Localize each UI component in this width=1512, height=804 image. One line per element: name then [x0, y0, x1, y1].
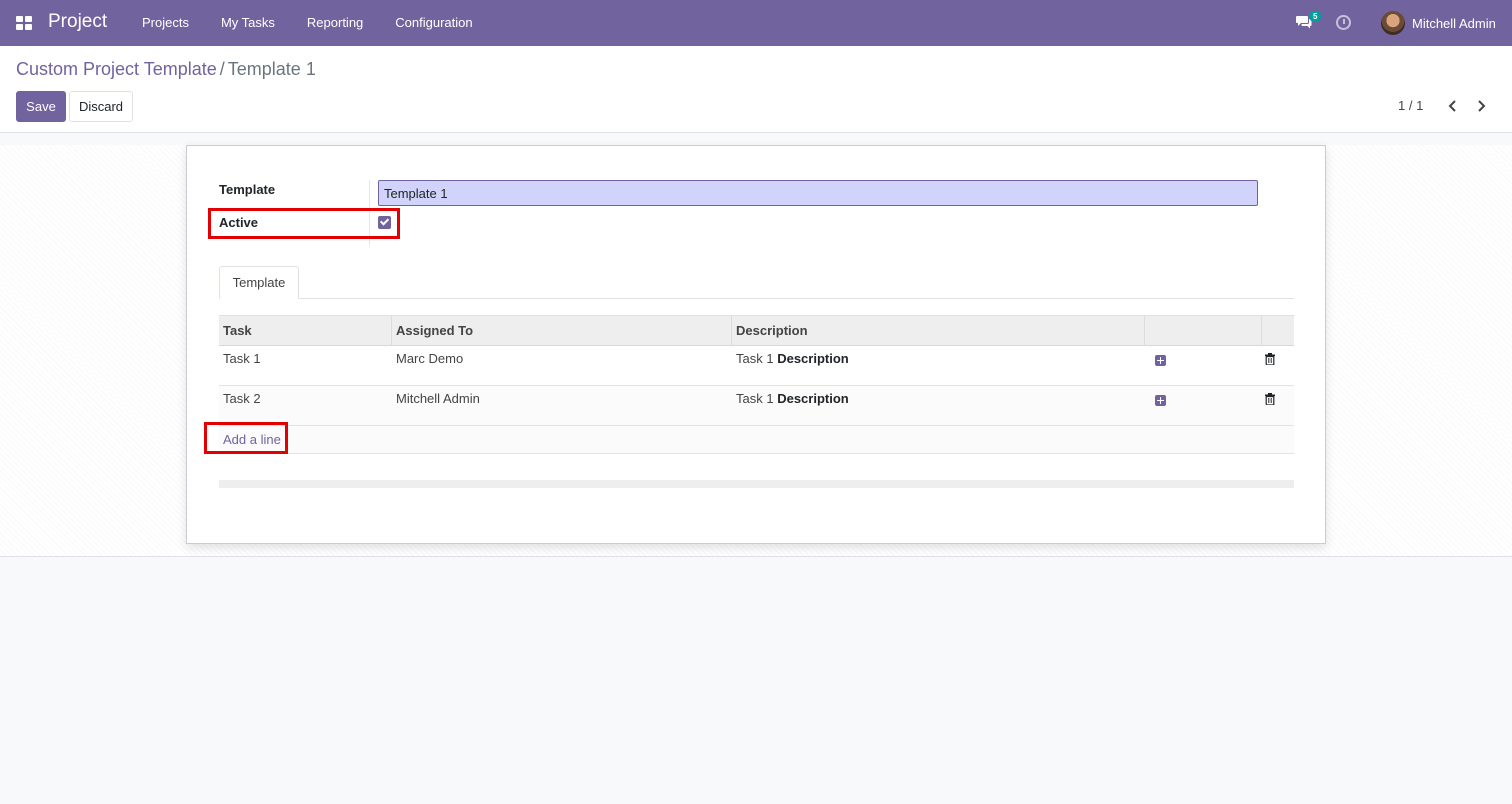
column-description[interactable]: Description	[732, 316, 1145, 346]
save-button[interactable]: Save	[16, 91, 66, 122]
task-cell[interactable]: Task 2	[219, 386, 261, 425]
menu-configuration[interactable]: Configuration	[379, 0, 488, 46]
description-text: Task 1	[736, 351, 774, 366]
breadcrumb-current: Template 1	[227, 59, 316, 79]
column-actions	[1145, 316, 1262, 346]
assigned-cell[interactable]: Marc Demo	[392, 346, 463, 385]
column-task[interactable]: Task	[219, 316, 392, 346]
form-sheet: Template Active Template Task Assigned T…	[186, 145, 1326, 544]
menu-reporting[interactable]: Reporting	[291, 0, 379, 46]
breadcrumb: Custom Project Template / Template 1	[16, 59, 316, 80]
discard-button[interactable]: Discard	[69, 91, 133, 122]
expand-plus-icon[interactable]	[1155, 355, 1166, 366]
template-label: Template	[219, 182, 276, 197]
column-assigned-to[interactable]: Assigned To	[392, 316, 732, 346]
description-text: Task 1	[736, 391, 774, 406]
trash-icon[interactable]	[1265, 353, 1275, 365]
top-navbar: Project Projects My Tasks Reporting Conf…	[0, 0, 1512, 46]
avatar	[1381, 11, 1405, 35]
description-bold-text: Description	[777, 391, 849, 406]
menu-projects[interactable]: Projects	[126, 0, 205, 46]
breadcrumb-parent-link[interactable]: Custom Project Template	[16, 59, 217, 79]
active-highlight-box	[208, 208, 400, 239]
template-name-input[interactable]	[378, 180, 1258, 206]
app-brand[interactable]: Project	[48, 11, 107, 33]
task-table: Task Assigned To Description Task 1 Marc…	[219, 315, 1294, 454]
user-menu[interactable]: Mitchell Admin	[1381, 10, 1496, 36]
pager-value[interactable]: 1 / 1	[1398, 98, 1423, 113]
task-cell[interactable]: Task 1	[219, 346, 261, 385]
control-panel: Custom Project Template / Template 1 Save …	[0, 46, 1512, 133]
table-row[interactable]: Task 2 Mitchell Admin Task 1 Description	[219, 386, 1294, 426]
expand-plus-icon[interactable]	[1155, 395, 1166, 406]
apps-menu-icon[interactable]	[16, 16, 32, 30]
pager-next-icon[interactable]	[1473, 97, 1489, 115]
breadcrumb-separator: /	[219, 59, 225, 79]
table-header: Task Assigned To Description	[219, 315, 1294, 346]
table-row[interactable]: Task 1 Marc Demo Task 1 Description	[219, 346, 1294, 386]
pager-previous-icon[interactable]	[1445, 97, 1461, 115]
add-line-row: Add a line	[219, 426, 1294, 454]
description-cell[interactable]: Task 1 Description	[732, 346, 849, 385]
main-menu: Projects My Tasks Reporting Configuratio…	[126, 0, 489, 46]
menu-my-tasks[interactable]: My Tasks	[205, 0, 291, 46]
tab-bar	[219, 298, 1294, 299]
tab-template[interactable]: Template	[219, 266, 299, 299]
activity-clock-icon[interactable]	[1336, 15, 1351, 30]
table-footer	[219, 480, 1294, 488]
description-cell[interactable]: Task 1 Description	[732, 386, 849, 425]
messages-count-badge: 5	[1309, 11, 1322, 22]
user-name: Mitchell Admin	[1412, 15, 1496, 31]
trash-icon[interactable]	[1265, 393, 1275, 405]
description-bold-text: Description	[777, 351, 849, 366]
add-line-highlight-box	[204, 422, 288, 454]
assigned-cell[interactable]: Mitchell Admin	[392, 386, 480, 425]
